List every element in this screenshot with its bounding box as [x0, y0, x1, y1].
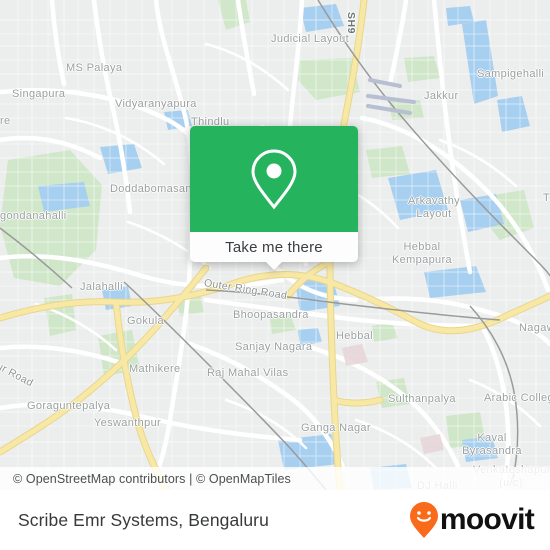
screenshot-root: MS Palaya Singapura Vidyaranyapura Thindlu J…: [0, 0, 550, 550]
place-title: Scribe Emr Systems, Bengaluru: [18, 509, 269, 530]
map-canvas[interactable]: MS Palaya Singapura Vidyaranyapura Thindlu J…: [0, 0, 550, 490]
bottom-bar: Scribe Emr Systems, Bengaluru moovit: [0, 490, 550, 550]
callout-footer[interactable]: Take me there: [190, 232, 358, 270]
map-attribution-bar: © OpenStreetMap contributors | © OpenMap…: [0, 467, 550, 490]
attribution-text[interactable]: © OpenStreetMap contributors | © OpenMap…: [0, 472, 291, 486]
moovit-logo[interactable]: moovit: [409, 501, 550, 539]
moovit-wordmark: moovit: [439, 503, 535, 536]
place-callout-card[interactable]: Take me there: [190, 126, 358, 270]
moovit-smiley-pin-icon: [409, 502, 438, 538]
callout-image-panel: [190, 126, 358, 232]
map-pin-icon: [251, 149, 297, 210]
take-me-there-button[interactable]: Take me there: [225, 239, 323, 256]
callout-pointer-triangle: [265, 261, 283, 270]
